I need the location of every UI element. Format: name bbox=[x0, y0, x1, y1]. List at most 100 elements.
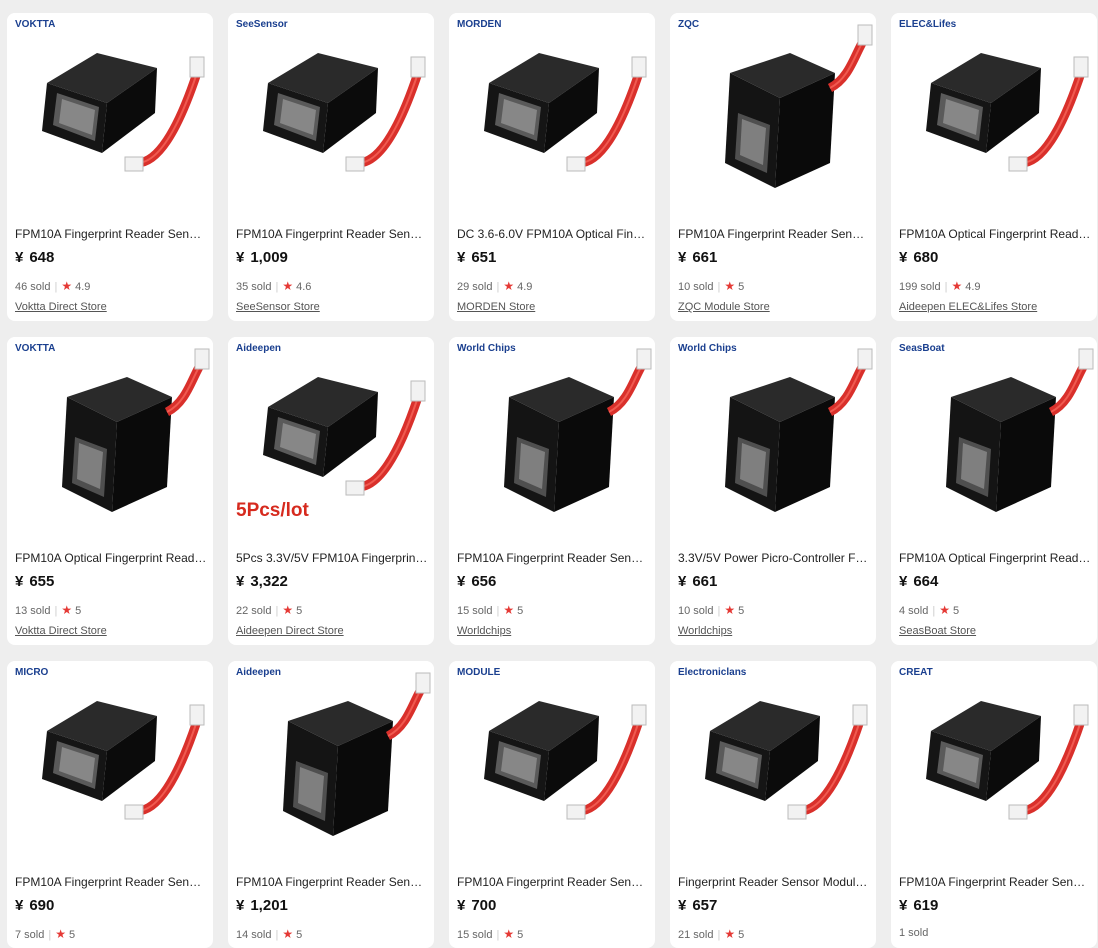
product-title[interactable]: FPM10A Fingerprint Reader Senso... bbox=[457, 875, 649, 889]
product-image[interactable]: Electroniclans bbox=[670, 661, 876, 867]
rating-value: 5 bbox=[738, 281, 745, 293]
product-title[interactable]: FPM10A Fingerprint Reader Senso... bbox=[899, 875, 1091, 889]
store-link[interactable]: Voktta Direct Store bbox=[15, 301, 107, 313]
sales-rating: 10 sold | ★ 5 bbox=[678, 603, 744, 617]
product-image[interactable]: VOKTTA bbox=[7, 13, 213, 219]
product-image[interactable]: World Chips bbox=[670, 337, 876, 543]
brand-logo: VOKTTA bbox=[15, 343, 56, 354]
currency-symbol: ¥ bbox=[457, 249, 466, 266]
star-icon: ★ bbox=[503, 603, 515, 617]
currency-symbol: ¥ bbox=[236, 897, 245, 914]
product-price: ¥3,322 bbox=[236, 573, 288, 590]
product-card[interactable]: ZQC FPM10A Fingerprint Reader Senso... ¥66… bbox=[670, 13, 876, 321]
divider: | bbox=[944, 281, 948, 293]
product-title[interactable]: FPM10A Optical Fingerprint Reade... bbox=[15, 551, 207, 565]
product-title[interactable]: 5Pcs 3.3V/5V FPM10A Fingerprint ... bbox=[236, 551, 428, 565]
product-title[interactable]: FPM10A Fingerprint Reader Senso... bbox=[678, 227, 870, 241]
divider: | bbox=[275, 929, 279, 941]
rating-value: 5 bbox=[296, 605, 303, 617]
product-card[interactable]: SeeSensor FPM10A Fingerprint Reader Senso… bbox=[228, 13, 434, 321]
product-card[interactable]: Electroniclans Fingerprint Reader Sensor … bbox=[670, 661, 876, 948]
store-link[interactable]: Aideepen Direct Store bbox=[236, 625, 344, 637]
product-image[interactable]: World Chips bbox=[449, 337, 655, 543]
rating-value: 5 bbox=[738, 929, 745, 941]
product-card[interactable]: VOKTTA FPM10A Optical Fingerprint Reade..… bbox=[7, 337, 213, 645]
product-title[interactable]: FPM10A Fingerprint Reader Senso... bbox=[457, 551, 649, 565]
product-title[interactable]: FPM10A Optical Fingerprint Reade... bbox=[899, 227, 1091, 241]
currency-symbol: ¥ bbox=[236, 249, 245, 266]
sales-rating: 21 sold | ★ 5 bbox=[678, 927, 744, 941]
product-card[interactable]: World Chips FPM10A Fingerprint Reader Sen… bbox=[449, 337, 655, 645]
product-image[interactable]: MICRO bbox=[7, 661, 213, 867]
sold-count: 15 sold bbox=[457, 605, 493, 617]
product-card[interactable]: CREAT FPM10A Fingerprint Reader Senso... ¥… bbox=[891, 661, 1097, 948]
product-image[interactable]: MODULE bbox=[449, 661, 655, 867]
sales-rating: 22 sold | ★ 5 bbox=[236, 603, 302, 617]
star-icon: ★ bbox=[724, 927, 736, 941]
store-link[interactable]: SeasBoat Store bbox=[899, 625, 976, 637]
price-amount: 619 bbox=[913, 897, 939, 914]
product-title[interactable]: FPM10A Fingerprint Reader Senso... bbox=[236, 227, 428, 241]
brand-logo: MICRO bbox=[15, 667, 49, 678]
product-image[interactable]: Aideepen 5Pcs/lot bbox=[228, 337, 434, 543]
rating-value: 5 bbox=[296, 929, 303, 941]
product-image[interactable]: CREAT bbox=[891, 661, 1097, 867]
rating-value: 5 bbox=[517, 929, 524, 941]
sales-rating: 46 sold | ★ 4.9 bbox=[15, 279, 90, 293]
divider: | bbox=[48, 929, 52, 941]
divider: | bbox=[54, 281, 58, 293]
star-icon: ★ bbox=[55, 927, 66, 941]
product-image[interactable]: ELEC&Lifes bbox=[891, 13, 1097, 219]
product-price: ¥690 bbox=[15, 897, 54, 914]
product-photo bbox=[42, 53, 205, 172]
product-title[interactable]: FPM10A Fingerprint Reader Senso... bbox=[15, 875, 207, 889]
store-link[interactable]: Aideepen ELEC&Lifes Store bbox=[899, 301, 1037, 313]
product-image[interactable]: SeasBoat bbox=[891, 337, 1097, 543]
sold-count: 10 sold bbox=[678, 605, 714, 617]
product-photo bbox=[705, 701, 868, 820]
product-card[interactable]: VOKTTA FPM10A Fingerprint Reader Senso...… bbox=[7, 13, 213, 321]
product-title[interactable]: DC 3.6-6.0V FPM10A Optical Finger... bbox=[457, 227, 649, 241]
product-title[interactable]: FPM10A Fingerprint Reader Senso... bbox=[236, 875, 428, 889]
store-link[interactable]: SeeSensor Store bbox=[236, 301, 320, 313]
product-photo bbox=[504, 348, 652, 512]
price-amount: 656 bbox=[471, 573, 497, 590]
product-card[interactable]: MORDEN DC 3.6-6.0V FPM10A Optical Finger.… bbox=[449, 13, 655, 321]
store-link[interactable]: ZQC Module Store bbox=[678, 301, 770, 313]
store-link[interactable]: MORDEN Store bbox=[457, 301, 535, 313]
product-title[interactable]: FPM10A Fingerprint Reader Senso... bbox=[15, 227, 207, 241]
product-card[interactable]: MODULE FPM10A Fingerprint Reader Senso...… bbox=[449, 661, 655, 948]
sales-rating: 4 sold | ★ 5 bbox=[899, 603, 959, 617]
promo-label: 5Pcs/lot bbox=[236, 500, 309, 521]
brand-logo: Aideepen bbox=[236, 343, 282, 354]
star-icon: ★ bbox=[503, 927, 515, 941]
store-link[interactable]: Voktta Direct Store bbox=[15, 625, 107, 637]
divider: | bbox=[717, 605, 721, 617]
product-title[interactable]: Fingerprint Reader Sensor Module... bbox=[678, 875, 870, 889]
product-card[interactable]: MICRO FPM10A Fingerprint Reader Senso... ¥… bbox=[7, 661, 213, 948]
price-amount: 680 bbox=[913, 249, 939, 266]
product-title[interactable]: FPM10A Optical Fingerprint Reade... bbox=[899, 551, 1091, 565]
product-image[interactable]: ZQC bbox=[670, 13, 876, 219]
product-card[interactable]: World Chips 3.3V/5V Power Picro-Controlle… bbox=[670, 337, 876, 645]
price-amount: 651 bbox=[471, 249, 497, 266]
product-photo bbox=[263, 53, 426, 172]
sold-count: 4 sold bbox=[899, 605, 929, 617]
product-card[interactable]: ELEC&Lifes FPM10A Optical Fingerprint Rea… bbox=[891, 13, 1097, 321]
product-photo bbox=[926, 53, 1089, 172]
product-image[interactable]: MORDEN bbox=[449, 13, 655, 219]
product-image[interactable]: VOKTTA bbox=[7, 337, 213, 543]
sold-count: 35 sold bbox=[236, 281, 272, 293]
product-image[interactable]: SeeSensor bbox=[228, 13, 434, 219]
product-card[interactable]: Aideepen FPM10A Fingerprint Reader Senso.… bbox=[228, 661, 434, 948]
price-amount: 661 bbox=[692, 249, 718, 266]
star-icon: ★ bbox=[61, 603, 73, 617]
product-image[interactable]: Aideepen bbox=[228, 661, 434, 867]
product-price: ¥648 bbox=[15, 249, 54, 266]
product-card[interactable]: Aideepen 5Pcs/lot 5Pcs 3.3V/5V FPM10A Fing… bbox=[228, 337, 434, 645]
store-link[interactable]: Worldchips bbox=[457, 625, 511, 637]
sales-rating: 10 sold | ★ 5 bbox=[678, 279, 744, 293]
product-title[interactable]: 3.3V/5V Power Picro-Controller FP... bbox=[678, 551, 870, 565]
store-link[interactable]: Worldchips bbox=[678, 625, 732, 637]
product-card[interactable]: SeasBoat FPM10A Optical Fingerprint Reade… bbox=[891, 337, 1097, 645]
